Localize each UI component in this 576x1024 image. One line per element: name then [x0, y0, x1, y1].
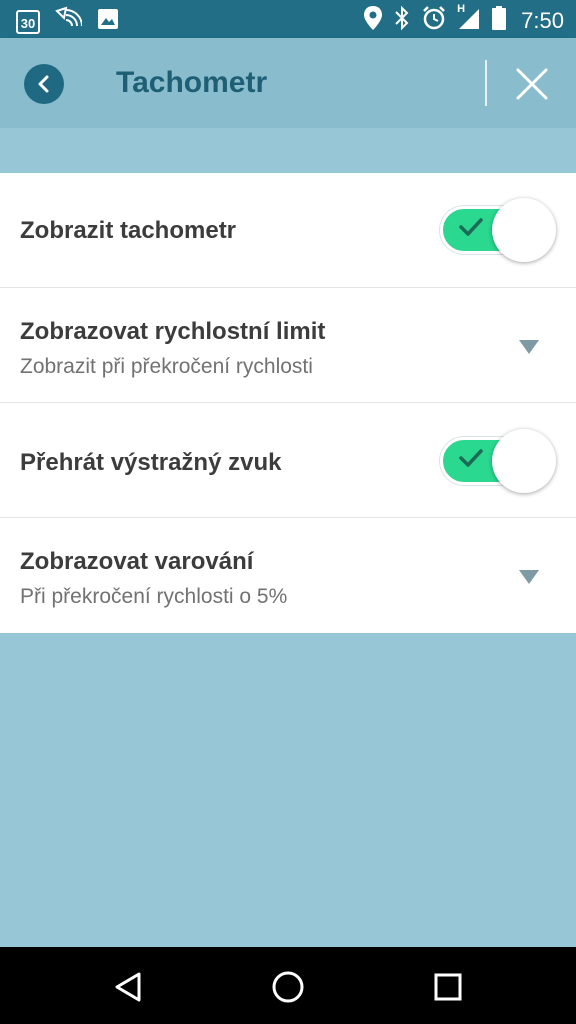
nav-back-button[interactable] — [108, 967, 148, 1007]
settings-list: Zobrazit tachometr Zobrazovat rychlostní… — [0, 173, 576, 633]
setting-label: Zobrazovat rychlostní limit — [20, 318, 326, 345]
home-circle-icon — [272, 971, 304, 1003]
setting-show-speedometer[interactable]: Zobrazit tachometr — [0, 173, 576, 288]
setting-value: Zobrazit při překročení rychlosti — [20, 355, 313, 378]
header-divider — [485, 60, 487, 106]
nav-recents-button[interactable] — [428, 967, 468, 1007]
alarm-icon — [421, 5, 447, 36]
status-bar: 30 H 7:50 — [0, 0, 576, 38]
setting-play-warning-sound[interactable]: Přehrát výstražný zvuk — [0, 403, 576, 518]
dropdown-arrow-icon[interactable] — [519, 570, 539, 584]
header-spacer — [0, 128, 576, 173]
calendar-icon: 30 — [16, 9, 40, 34]
nav-home-button[interactable] — [268, 967, 308, 1007]
back-triangle-icon — [115, 972, 141, 1002]
page-title: Tachometr — [116, 66, 268, 99]
cast-icon — [54, 6, 83, 37]
setting-speed-limit[interactable]: Zobrazovat rychlostní limit Zobrazit při… — [0, 288, 576, 403]
check-icon — [459, 449, 483, 467]
clock: 7:50 — [521, 7, 564, 33]
signal-icon: H — [457, 3, 481, 36]
app-bar: Tachometr — [0, 38, 576, 128]
setting-label: Zobrazit tachometr — [20, 217, 237, 244]
recents-square-icon — [434, 973, 462, 1001]
close-button[interactable] — [512, 64, 552, 104]
setting-label: Přehrát výstražný zvuk — [20, 449, 282, 476]
empty-background — [0, 633, 576, 947]
setting-show-warning[interactable]: Zobrazovat varování Při překročení rychl… — [0, 518, 576, 633]
setting-label: Zobrazovat varování — [20, 548, 254, 575]
toggle-knob — [492, 198, 556, 262]
dropdown-arrow-icon[interactable] — [519, 340, 539, 354]
setting-value: Při překročení rychlosti o 5% — [20, 585, 288, 608]
back-button[interactable] — [24, 64, 64, 104]
toggle-knob — [492, 429, 556, 493]
close-icon — [516, 68, 548, 100]
location-icon — [363, 5, 383, 36]
chevron-left-icon — [38, 75, 49, 93]
speedometer-toggle[interactable] — [440, 198, 556, 262]
battery-icon — [491, 5, 507, 36]
check-icon — [459, 218, 483, 236]
image-icon — [96, 7, 120, 36]
bluetooth-icon — [393, 5, 411, 36]
warning-sound-toggle[interactable] — [440, 429, 556, 493]
system-nav-bar — [0, 947, 576, 1024]
network-type-label: H — [457, 3, 466, 15]
